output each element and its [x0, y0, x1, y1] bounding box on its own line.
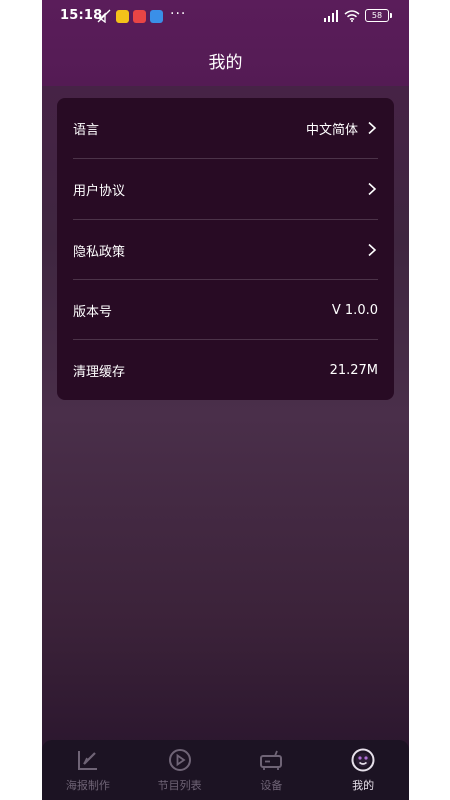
- cache-size-value: 21.27M: [329, 362, 378, 378]
- app-screen: 15:18 ··· 58 我的 语言 中文简体 用户协议 隐私政策 版本号 V …: [42, 0, 409, 800]
- signal-icon: [324, 9, 338, 22]
- settings-item-value: 中文简体: [305, 122, 358, 138]
- profile-face-icon: [351, 748, 375, 772]
- status-bar: 15:18 ··· 58: [42, 0, 409, 36]
- app-notification-icon: [116, 9, 129, 23]
- poster-edit-icon: [77, 751, 97, 770]
- chevron-right-icon: [368, 182, 377, 196]
- version-value: V 1.0.0: [331, 302, 378, 318]
- settings-item-language[interactable]: 语言 中文简体: [73, 98, 378, 158]
- nav-tab-program-list[interactable]: 节目列表: [134, 740, 226, 800]
- bottom-nav: 海报制作 节目列表 设备 我的: [42, 740, 409, 800]
- settings-item-label: 隐私政策: [73, 244, 126, 260]
- page-title: 我的: [208, 53, 243, 73]
- settings-item-label: 清理缓存: [73, 364, 126, 380]
- nav-tab-profile[interactable]: 我的: [317, 740, 409, 800]
- status-left-icons: [96, 9, 163, 23]
- nav-tab-label: 节目列表: [157, 779, 202, 792]
- device-box-icon: [260, 750, 283, 770]
- play-circle-icon: [168, 749, 191, 771]
- nav-tab-label: 设备: [260, 779, 283, 792]
- settings-item-user-agreement[interactable]: 用户协议: [73, 159, 378, 219]
- header-bar: 15:18 ··· 58 我的: [42, 0, 409, 86]
- nav-tab-device[interactable]: 设备: [226, 740, 318, 800]
- battery-icon: 58: [365, 9, 392, 22]
- settings-card: 语言 中文简体 用户协议 隐私政策 版本号 V 1.0.0 清理缓存 21.27…: [57, 98, 394, 400]
- wifi-icon: [344, 9, 360, 22]
- app-notification-icon: [150, 9, 163, 23]
- settings-item-privacy-policy[interactable]: 隐私政策: [73, 220, 378, 280]
- status-right-icons: 58: [323, 9, 392, 22]
- settings-item-version: 版本号 V 1.0.0: [73, 280, 378, 340]
- chevron-right-icon: [368, 121, 377, 135]
- settings-item-label: 语言: [73, 122, 100, 138]
- nav-tab-label: 海报制作: [65, 779, 110, 792]
- settings-item-label: 用户协议: [73, 183, 126, 199]
- mute-icon: [97, 9, 111, 23]
- settings-item-label: 版本号: [73, 304, 113, 320]
- more-icon: ···: [170, 6, 187, 22]
- nav-tab-label: 我的: [352, 779, 375, 792]
- settings-item-clear-cache[interactable]: 清理缓存 21.27M: [73, 340, 378, 400]
- app-notification-icon: [133, 9, 146, 23]
- nav-tab-poster[interactable]: 海报制作: [42, 740, 134, 800]
- chevron-right-icon: [368, 243, 377, 257]
